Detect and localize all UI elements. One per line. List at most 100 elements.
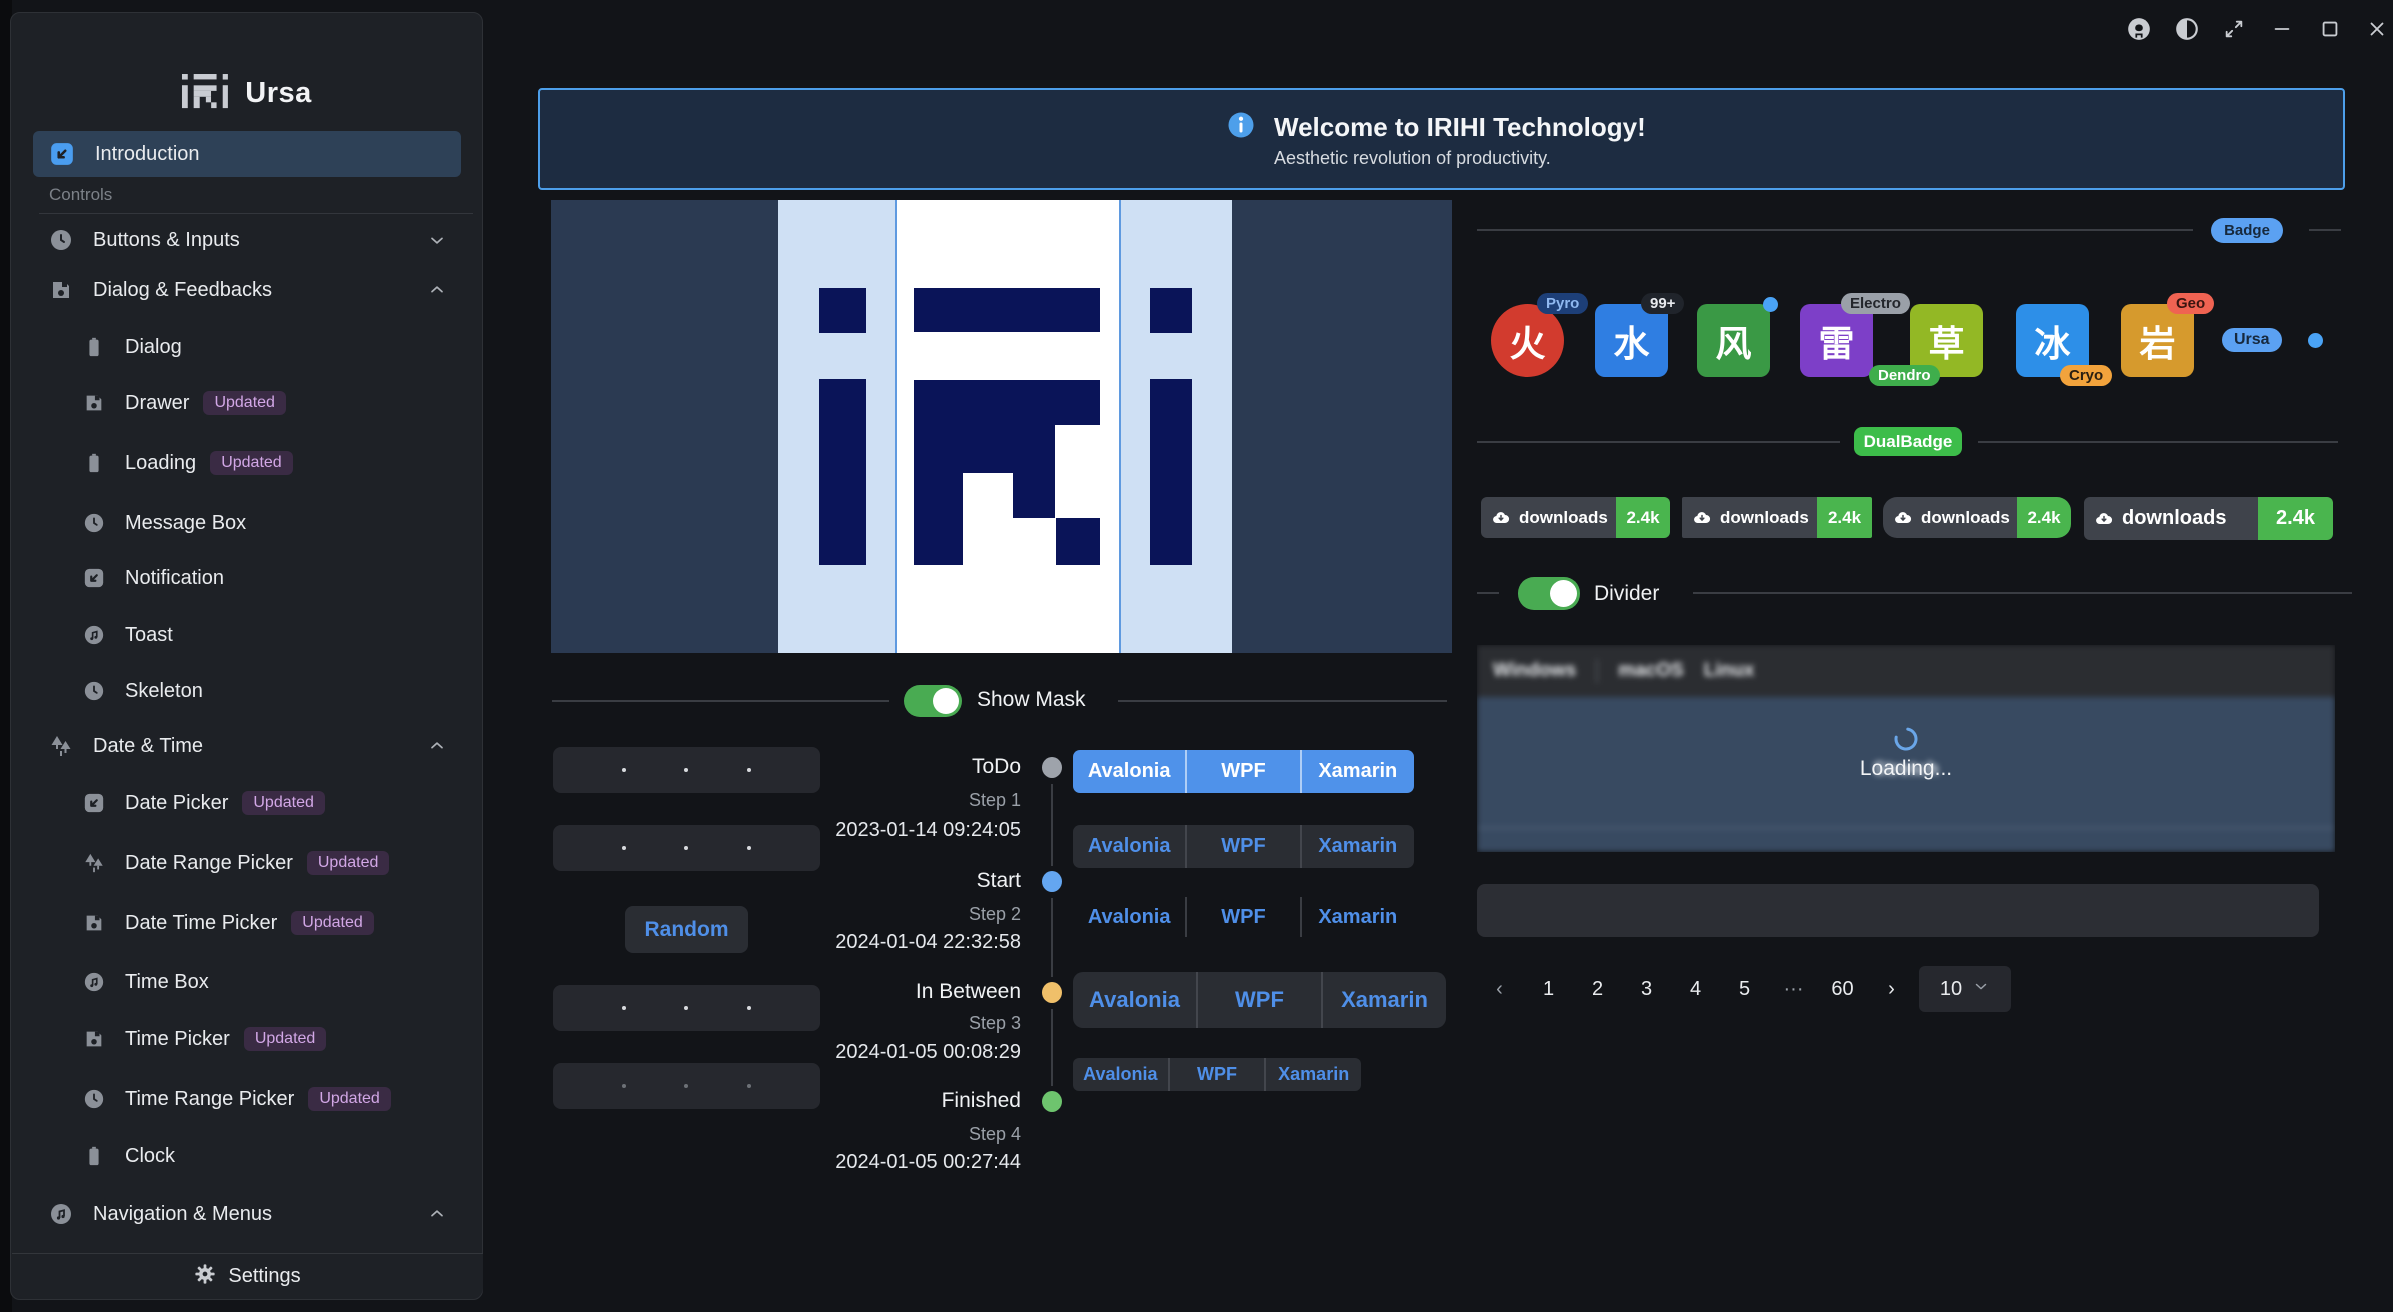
cloud-download-icon bbox=[2094, 509, 2114, 529]
group-button-avalonia[interactable]: Avalonia bbox=[1073, 1058, 1168, 1091]
sidebar-item-time-picker[interactable]: Time PickerUpdated bbox=[33, 1016, 461, 1062]
sidebar-item-date-time-picker[interactable]: Date Time PickerUpdated bbox=[33, 900, 461, 946]
ursa-demo-window: { "titlebar": { "icons": [ {"name": "git… bbox=[0, 0, 2393, 1312]
sidebar-item-time-box[interactable]: Time Box bbox=[33, 959, 461, 1005]
sidebar-item-navigation-menus[interactable]: Navigation & Menus bbox=[33, 1191, 461, 1237]
section-label: Controls bbox=[49, 185, 112, 205]
prev-page-button[interactable]: ‹ bbox=[1484, 978, 1515, 1001]
sidebar-item-loading[interactable]: LoadingUpdated bbox=[33, 440, 461, 486]
sidebar-item-introduction[interactable]: Introduction bbox=[33, 131, 461, 177]
page-button-2[interactable]: 2 bbox=[1582, 978, 1613, 1001]
divider-line bbox=[1693, 592, 2352, 594]
clock-icon bbox=[83, 1088, 105, 1110]
page-ellipsis: ··· bbox=[1778, 978, 1809, 1001]
page-button-1[interactable]: 1 bbox=[1533, 978, 1564, 1001]
group-button-wpf[interactable]: WPF bbox=[1168, 1058, 1265, 1091]
logo-image-panel bbox=[551, 200, 1452, 658]
step-title: ToDo bbox=[801, 755, 1021, 779]
battery-icon bbox=[83, 452, 105, 474]
sidebar-item-buttons-inputs[interactable]: Buttons & Inputs bbox=[33, 217, 461, 263]
tab-macos[interactable]: macOS bbox=[1618, 660, 1683, 682]
info-icon bbox=[1226, 110, 1256, 145]
divider-line bbox=[1477, 592, 1499, 594]
section-divider bbox=[39, 213, 473, 214]
date-input[interactable] bbox=[553, 747, 820, 793]
page-size-select[interactable]: 10 bbox=[1919, 966, 2011, 1012]
page-button-5[interactable]: 5 bbox=[1729, 978, 1760, 1001]
close-icon[interactable] bbox=[2362, 14, 2392, 44]
button-group: AvaloniaWPFXamarin bbox=[1073, 972, 1446, 1028]
chevron-up-icon bbox=[427, 736, 447, 756]
step-title: In Between bbox=[801, 980, 1021, 1004]
chevron-up-icon bbox=[427, 1204, 447, 1224]
page-button-4[interactable]: 4 bbox=[1680, 978, 1711, 1001]
sidebar-item-date-range-picker[interactable]: Date Range PickerUpdated bbox=[33, 840, 461, 886]
toggle-knob bbox=[1550, 580, 1577, 607]
value-badge: 99+ bbox=[1641, 293, 1684, 314]
content-divider bbox=[1477, 827, 2335, 829]
sidebar-item-skeleton[interactable]: Skeleton bbox=[33, 668, 461, 714]
theme-toggle-icon[interactable] bbox=[2172, 14, 2202, 44]
cloud-download-icon bbox=[1692, 508, 1712, 528]
tab-linux[interactable]: Linux bbox=[1704, 660, 1755, 682]
group-button-avalonia[interactable]: Avalonia bbox=[1073, 750, 1185, 793]
sidebar-item-date-picker[interactable]: Date PickerUpdated bbox=[33, 780, 461, 826]
group-button-wpf[interactable]: WPF bbox=[1196, 972, 1321, 1028]
divider-line bbox=[552, 700, 889, 702]
group-button-xamarin[interactable]: Xamarin bbox=[1321, 972, 1446, 1028]
note-icon bbox=[83, 624, 105, 646]
next-page-button[interactable]: › bbox=[1876, 978, 1907, 1001]
chevron-down-icon bbox=[1972, 977, 1990, 1001]
step-connector bbox=[1051, 898, 1053, 977]
updated-badge: Updated bbox=[244, 1027, 327, 1051]
tab-strip: Windows macOS Linux bbox=[1477, 645, 2335, 697]
group-button-xamarin[interactable]: Xamarin bbox=[1300, 825, 1414, 868]
group-button-wpf[interactable]: WPF bbox=[1185, 825, 1299, 868]
group-button-avalonia[interactable]: Avalonia bbox=[1073, 897, 1185, 937]
minimize-icon[interactable] bbox=[2267, 14, 2297, 44]
sidebar-item-clock[interactable]: Clock bbox=[33, 1133, 461, 1179]
tab-separator bbox=[1596, 659, 1598, 683]
maximize-icon[interactable] bbox=[2315, 14, 2345, 44]
element-badge-target: 雷 bbox=[1800, 304, 1873, 377]
dualbadge-divider-pill: DualBadge bbox=[1854, 427, 1962, 456]
group-button-xamarin[interactable]: Xamarin bbox=[1264, 1058, 1361, 1091]
sidebar-item-drawer[interactable]: DrawerUpdated bbox=[33, 380, 461, 426]
value-badge: Cryo bbox=[2060, 365, 2112, 386]
show-mask-toggle[interactable] bbox=[904, 685, 962, 717]
settings-button[interactable]: Settings bbox=[12, 1253, 483, 1298]
arrow-square-icon bbox=[83, 567, 105, 589]
date-input[interactable] bbox=[553, 985, 820, 1031]
group-button-xamarin[interactable]: Xamarin bbox=[1300, 897, 1414, 937]
group-button-avalonia[interactable]: Avalonia bbox=[1073, 825, 1185, 868]
tab-windows[interactable]: Windows bbox=[1493, 660, 1576, 682]
sidebar-item-toast[interactable]: Toast bbox=[33, 612, 461, 658]
arrow-square-icon bbox=[49, 141, 75, 167]
sidebar-item-time-range-picker[interactable]: Time Range PickerUpdated bbox=[33, 1076, 461, 1122]
button-group: AvaloniaWPFXamarin bbox=[1073, 750, 1414, 793]
step-status-dot bbox=[1042, 871, 1062, 892]
date-input-disabled[interactable] bbox=[553, 1063, 820, 1109]
step-date: 2024-01-05 00:27:44 bbox=[701, 1151, 1021, 1174]
group-button-xamarin[interactable]: Xamarin bbox=[1300, 750, 1414, 793]
github-icon[interactable] bbox=[2124, 14, 2154, 44]
divider-line bbox=[1477, 441, 1840, 443]
divider-line bbox=[2309, 229, 2341, 231]
sidebar-item-message-box[interactable]: Message Box bbox=[33, 500, 461, 546]
sidebar-item-dialog-feedbacks[interactable]: Dialog & Feedbacks bbox=[33, 267, 461, 313]
standalone-dot-badge bbox=[2308, 333, 2323, 348]
sidebar-item-notification[interactable]: Notification bbox=[33, 555, 461, 601]
sidebar-item-dialog[interactable]: Dialog bbox=[33, 324, 461, 370]
expand-icon[interactable] bbox=[2219, 14, 2249, 44]
group-button-wpf[interactable]: WPF bbox=[1185, 897, 1299, 937]
loading-demo-panel: Windows macOS Linux Stretch Loading... bbox=[1477, 645, 2335, 852]
group-button-wpf[interactable]: WPF bbox=[1185, 750, 1299, 793]
group-button-avalonia[interactable]: Avalonia bbox=[1073, 972, 1196, 1028]
divider-toggle[interactable] bbox=[1518, 577, 1580, 610]
irihi-logo-image bbox=[551, 200, 1452, 653]
banner-title: Welcome to IRIHI Technology! bbox=[1274, 112, 1646, 143]
dual-badge-value: 2.4k bbox=[1616, 497, 1670, 538]
sidebar-item-date-time[interactable]: Date & Time bbox=[33, 723, 461, 769]
page-button-60[interactable]: 60 bbox=[1827, 978, 1858, 1001]
page-button-3[interactable]: 3 bbox=[1631, 978, 1662, 1001]
